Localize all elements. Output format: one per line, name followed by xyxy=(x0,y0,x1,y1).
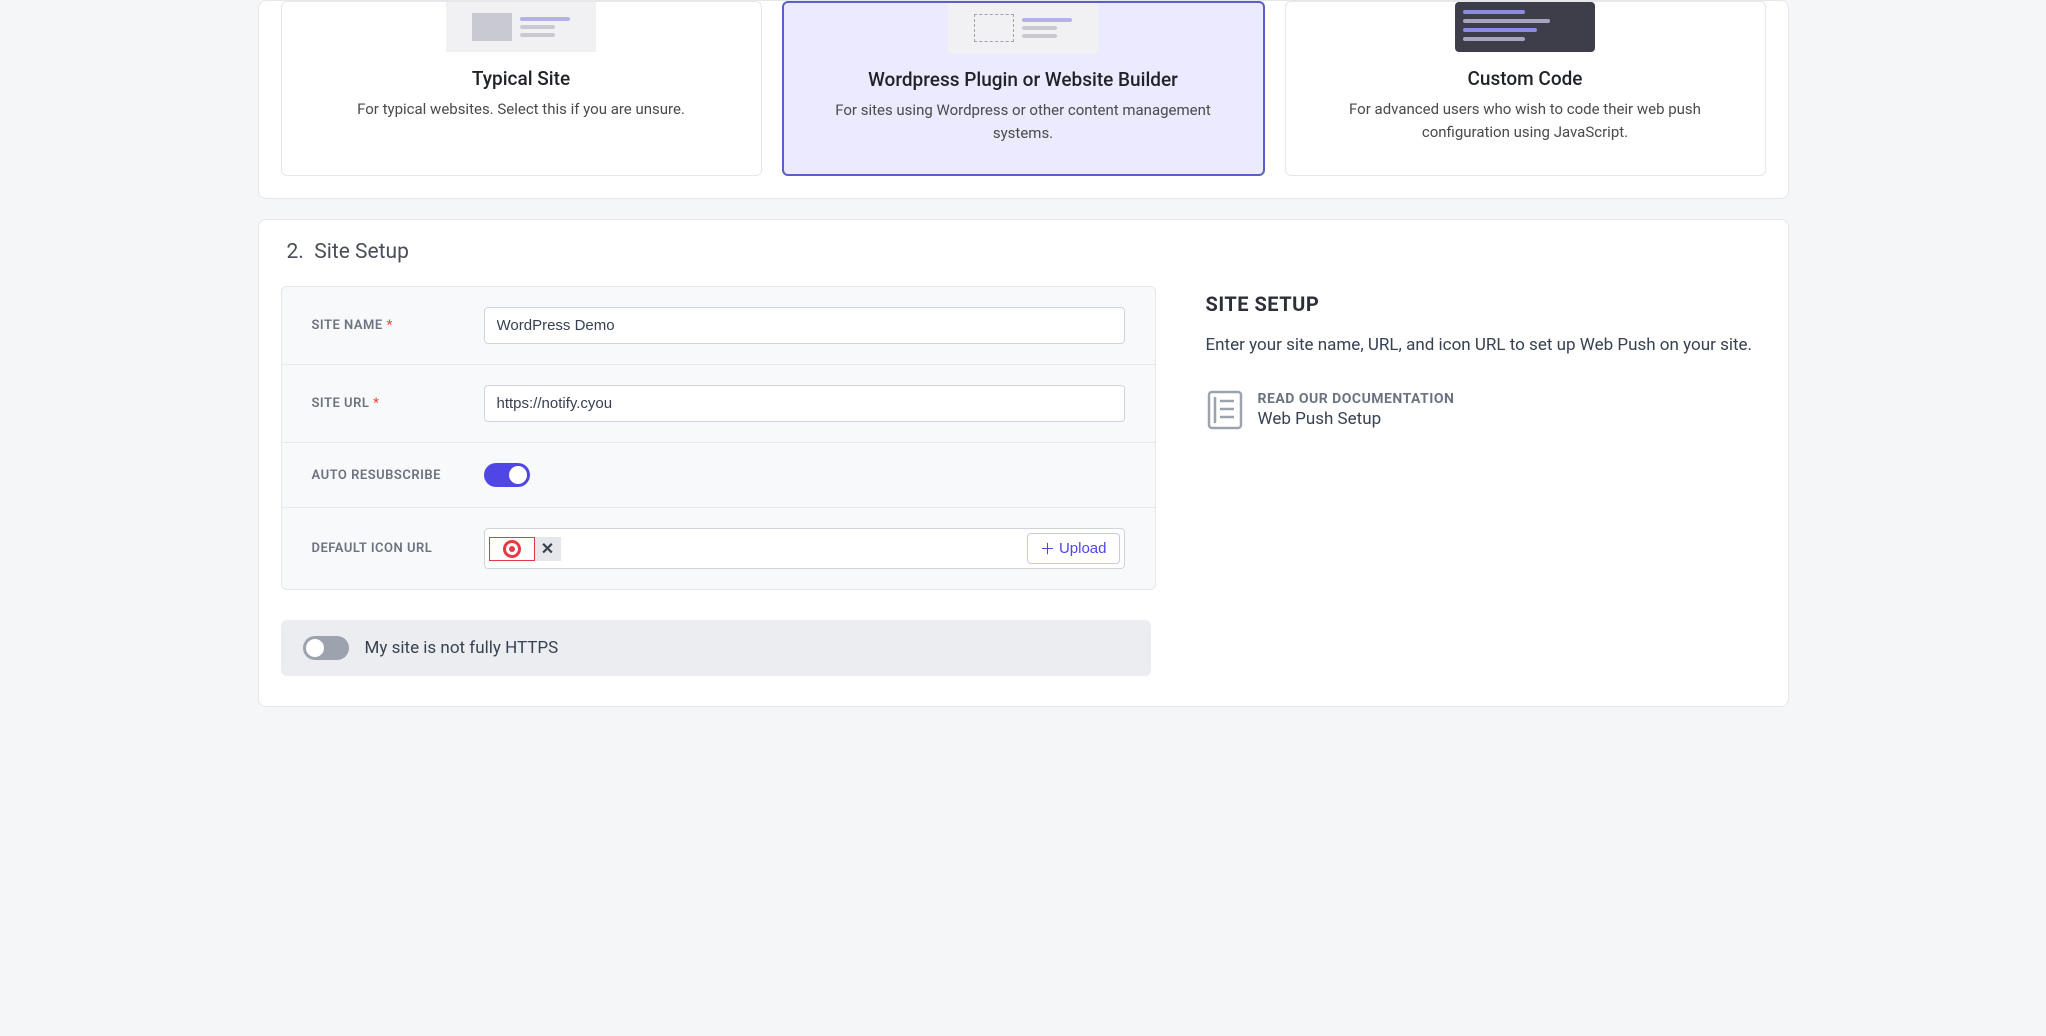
documentation-link[interactable]: READ OUR DOCUMENTATION Web Push Setup xyxy=(1206,389,1766,431)
section-heading: 2. Site Setup xyxy=(259,220,1788,286)
site-url-label: SITE URL * xyxy=(312,396,484,411)
site-setup-info: SITE SETUP Enter your site name, URL, an… xyxy=(1206,286,1766,590)
doc-title: Web Push Setup xyxy=(1258,409,1455,429)
option-wordpress[interactable]: Wordpress Plugin or Website Builder For … xyxy=(782,1,1265,176)
site-url-input[interactable] xyxy=(484,385,1125,422)
typical-site-graphic xyxy=(446,2,596,52)
option-title: Wordpress Plugin or Website Builder xyxy=(804,68,1243,91)
remove-icon-button[interactable]: ✕ xyxy=(535,537,561,561)
doc-label: READ OUR DOCUMENTATION xyxy=(1258,391,1455,407)
wordpress-graphic xyxy=(948,3,1098,53)
option-desc: For typical websites. Select this if you… xyxy=(302,98,741,121)
https-toggle[interactable] xyxy=(303,636,349,660)
custom-code-graphic xyxy=(1450,2,1600,52)
plus-icon: ＋ xyxy=(1040,538,1055,559)
side-title: SITE SETUP xyxy=(1206,292,1766,316)
section-title: Site Setup xyxy=(314,240,409,264)
close-icon: ✕ xyxy=(541,539,554,559)
integration-type-section: Typical Site For typical websites. Selec… xyxy=(258,0,1789,199)
default-icon-label: DEFAULT ICON URL xyxy=(312,541,484,556)
option-custom-code[interactable]: Custom Code For advanced users who wish … xyxy=(1285,1,1766,176)
upload-button[interactable]: ＋ Upload xyxy=(1027,533,1120,564)
section-number: 2. xyxy=(287,240,304,264)
auto-resubscribe-toggle[interactable] xyxy=(484,463,530,487)
option-title: Typical Site xyxy=(302,67,741,90)
icon-preview xyxy=(489,537,535,561)
auto-resubscribe-label: AUTO RESUBSCRIBE xyxy=(312,468,484,483)
site-setup-form: SITE NAME * SITE URL * AUTO RESUBSCRIBE xyxy=(281,286,1156,590)
side-desc: Enter your site name, URL, and icon URL … xyxy=(1206,332,1766,359)
option-typical-site[interactable]: Typical Site For typical websites. Selec… xyxy=(281,1,762,176)
option-title: Custom Code xyxy=(1306,67,1745,90)
site-setup-section: 2. Site Setup SITE NAME * SITE URL * xyxy=(258,219,1789,707)
option-desc: For sites using Wordpress or other conte… xyxy=(804,99,1243,144)
https-label: My site is not fully HTTPS xyxy=(365,638,559,658)
site-name-input[interactable] xyxy=(484,307,1125,344)
site-name-label: SITE NAME * xyxy=(312,318,484,333)
https-row: My site is not fully HTTPS xyxy=(281,620,1151,676)
document-icon xyxy=(1206,389,1244,431)
option-desc: For advanced users who wish to code thei… xyxy=(1306,98,1745,143)
